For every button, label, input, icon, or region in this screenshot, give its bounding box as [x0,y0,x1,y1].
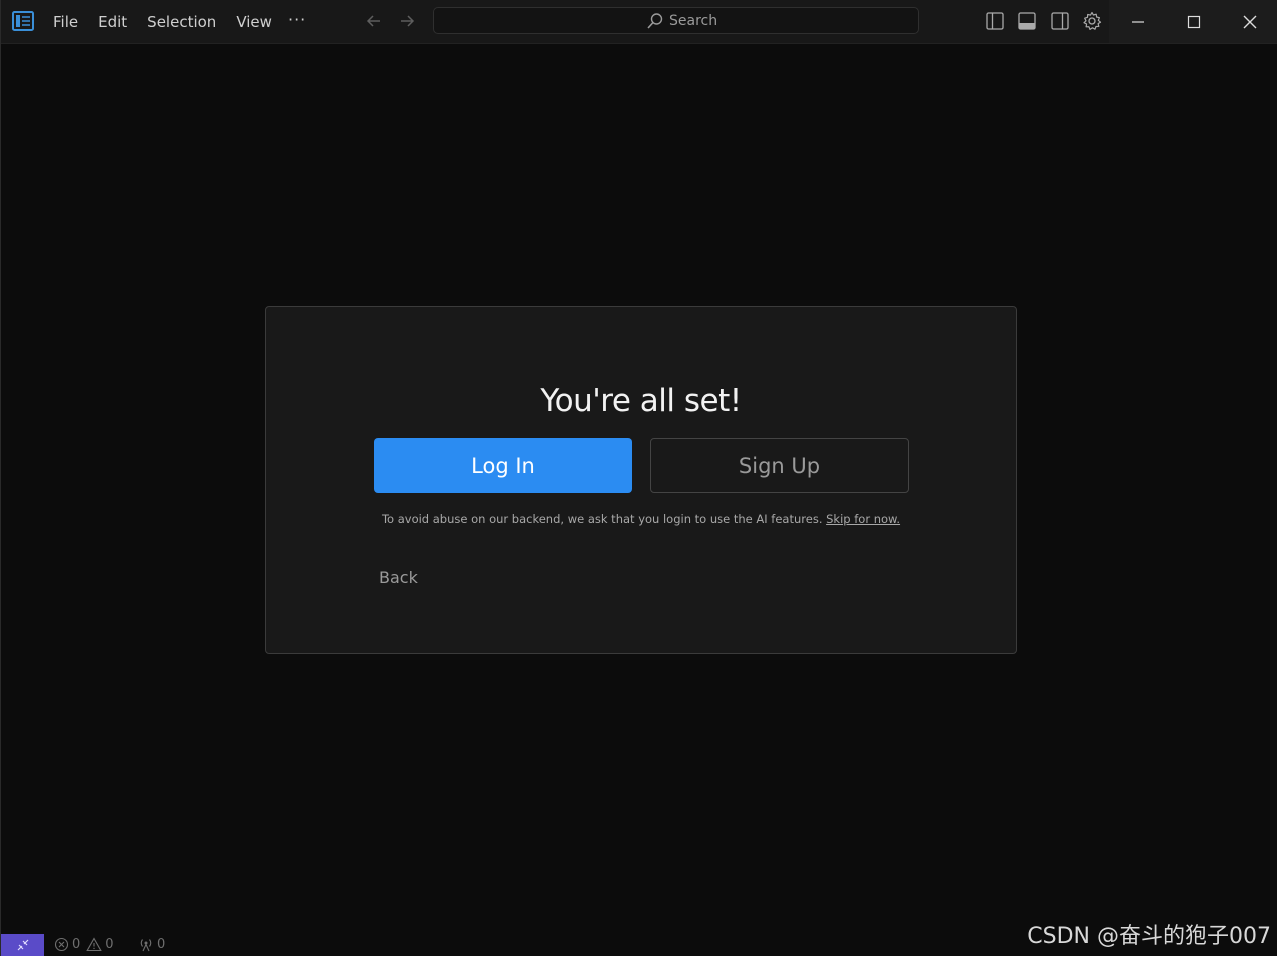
watermark-text: CSDN @奋斗的狍子007 [1027,924,1271,949]
app-window: File Edit Selection View ··· Search You'… [0,0,1277,956]
login-button[interactable]: Log In [374,438,632,493]
toggle-primary-sidebar-icon[interactable] [985,11,1005,31]
app-logo-icon[interactable] [12,11,34,31]
command-center-search[interactable]: Search [433,7,919,34]
signup-button[interactable]: Sign Up [650,438,909,493]
menu-selection[interactable]: Selection [137,0,226,43]
warning-count: 0 [105,937,114,952]
remote-indicator-button[interactable] [1,934,44,956]
arrow-right-icon[interactable] [397,11,417,31]
problems-indicator[interactable]: 0 0 [54,937,114,952]
search-placeholder: Search [669,13,718,29]
error-count: 0 [72,937,81,952]
menu-view[interactable]: View [226,0,282,43]
menu-edit[interactable]: Edit [88,0,137,43]
login-dialog: You're all set! Log In Sign Up To avoid … [265,306,1017,654]
ports-count: 0 [157,937,166,952]
ports-indicator[interactable]: 0 [138,937,165,952]
maximize-button[interactable] [1166,0,1222,43]
minimize-button[interactable] [1110,0,1166,43]
toggle-panel-icon[interactable] [1017,11,1037,31]
maximize-icon [1187,15,1201,28]
arrow-left-icon[interactable] [364,11,384,31]
minimize-icon [1132,20,1144,23]
remote-icon [17,939,28,951]
search-icon [647,13,663,29]
back-button[interactable]: Back [379,568,418,587]
ports-icon [140,939,152,952]
menu-bar: File Edit Selection View [43,0,282,43]
more-menu-button[interactable]: ··· [288,10,306,29]
title-bar: File Edit Selection View ··· Search [1,0,1277,44]
close-icon [1243,15,1257,28]
notice-text: To avoid abuse on our backend, we ask th… [381,512,823,526]
menu-file[interactable]: File [43,0,88,43]
login-notice: To avoid abuse on our backend, we ask th… [266,512,1016,526]
toggle-secondary-sidebar-icon[interactable] [1050,11,1070,31]
dialog-title: You're all set! [540,383,742,419]
warning-icon [86,937,103,952]
gear-icon[interactable] [1082,11,1102,31]
error-icon [54,937,69,952]
skip-for-now-link[interactable]: Skip for now. [826,512,900,526]
close-button[interactable] [1222,0,1277,43]
